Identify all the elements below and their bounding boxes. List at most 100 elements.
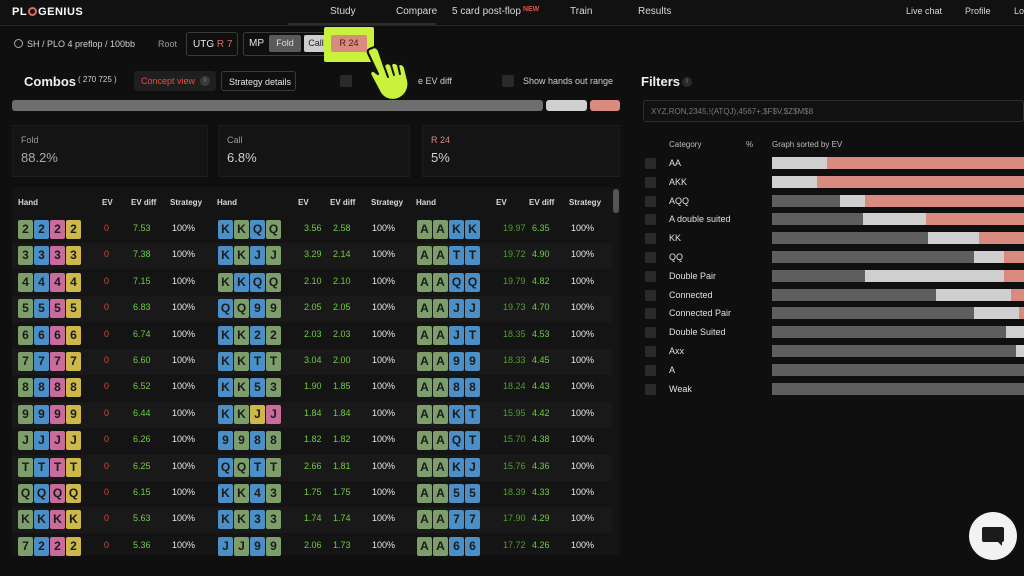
- hand-cards[interactable]: KKQQ: [218, 220, 281, 239]
- hand-cards[interactable]: JJ99: [218, 536, 281, 556]
- filter-row[interactable]: A double suited3.41%: [643, 210, 1024, 228]
- table-scrollbar[interactable]: [612, 187, 620, 555]
- col-hand[interactable]: Hand: [416, 198, 436, 207]
- hand-cards[interactable]: AAKK: [417, 220, 480, 239]
- hand-cards[interactable]: AA66: [417, 536, 480, 556]
- filter-query-input[interactable]: XYZ,RON,2345,!(ATQJ),4567+,$F$V,$Z$M$8: [643, 100, 1024, 122]
- info-icon[interactable]: i: [682, 77, 692, 87]
- hand-cards[interactable]: KK53: [218, 378, 281, 398]
- hand-cards[interactable]: QQTT: [218, 457, 281, 477]
- root-node[interactable]: Root: [158, 39, 177, 49]
- filter-row[interactable]: AA2.5%: [643, 154, 1024, 172]
- filter-checkbox[interactable]: [645, 176, 656, 188]
- hand-cards[interactable]: 7777: [18, 352, 81, 371]
- scroll-thumb[interactable]: [613, 189, 619, 213]
- col-ev[interactable]: EV: [496, 198, 507, 207]
- filter-row[interactable]: QQ2.08%: [643, 248, 1024, 266]
- filter-row[interactable]: Connected Pair2.69%: [643, 304, 1024, 322]
- hand-cards[interactable]: KKQQ: [218, 272, 281, 292]
- nav-train[interactable]: Train: [570, 6, 592, 17]
- col-ev[interactable]: EV: [298, 198, 309, 207]
- hand-cards[interactable]: AA55: [417, 484, 480, 503]
- filter-row[interactable]: A10.08%: [643, 361, 1024, 379]
- utg-node[interactable]: UTG R 7: [186, 32, 238, 56]
- filter-row[interactable]: Double Suited8.24%: [643, 323, 1024, 341]
- stat-fold[interactable]: Fold 88.2%: [12, 125, 208, 177]
- hand-cards[interactable]: AAQT: [417, 431, 480, 451]
- filter-row[interactable]: Double Pair0.6%: [643, 267, 1024, 285]
- filter-checkbox[interactable]: [645, 214, 656, 226]
- filter-checkbox[interactable]: [645, 346, 656, 357]
- stat-call[interactable]: Call 6.8%: [218, 125, 410, 177]
- filter-row[interactable]: Connected3.45%: [643, 286, 1024, 304]
- breadcrumb[interactable]: SH / PLO 4 preflop / 100bb: [14, 39, 135, 49]
- filter-checkbox[interactable]: [645, 270, 656, 282]
- filter-row[interactable]: Weak53.18%: [643, 380, 1024, 398]
- hand-cards[interactable]: KK33: [218, 510, 281, 530]
- col-strategy[interactable]: Strategy: [569, 198, 601, 207]
- hand-cards[interactable]: 9988: [218, 431, 281, 451]
- strategy-details-button[interactable]: Strategy details: [221, 71, 296, 91]
- hand-cards[interactable]: 7222: [18, 536, 81, 556]
- filter-checkbox[interactable]: [645, 327, 656, 339]
- hand-cards[interactable]: 4444: [18, 272, 81, 292]
- hand-cards[interactable]: AA77: [417, 510, 480, 530]
- filter-row[interactable]: KK2.1%: [643, 229, 1024, 247]
- chat-button[interactable]: [969, 512, 1017, 560]
- nav-five-card[interactable]: 5 card post-flop NEW: [452, 6, 539, 17]
- nav-logout[interactable]: Lo: [1014, 6, 1024, 16]
- fold-action-button[interactable]: Fold: [269, 35, 301, 52]
- col-ev-diff[interactable]: EV diff: [330, 198, 355, 207]
- hand-cards[interactable]: JJJJ: [18, 431, 81, 451]
- filter-row[interactable]: AQQ0.39%: [643, 192, 1024, 210]
- hand-cards[interactable]: AAKT: [417, 404, 480, 424]
- hand-cards[interactable]: 5555: [18, 299, 81, 319]
- hand-cards[interactable]: 8888: [18, 378, 81, 398]
- filter-checkbox[interactable]: [645, 158, 656, 169]
- hand-cards[interactable]: KKJJ: [218, 404, 281, 424]
- hand-cards[interactable]: 3333: [18, 246, 81, 266]
- filter-row[interactable]: Axx10.89%: [643, 342, 1024, 360]
- hand-cards[interactable]: QQQQ: [18, 484, 81, 503]
- nav-live-chat[interactable]: Live chat: [906, 6, 942, 16]
- ev-diff-checkbox[interactable]: [340, 75, 352, 87]
- show-out-range-checkbox[interactable]: [502, 75, 514, 87]
- hand-cards[interactable]: AAJJ: [417, 299, 480, 319]
- hand-cards[interactable]: TTTT: [18, 457, 81, 477]
- hand-cards[interactable]: AA88: [417, 378, 480, 398]
- logo[interactable]: PL GENIUS: [12, 6, 83, 18]
- hand-cards[interactable]: KK22: [218, 325, 281, 345]
- stat-raise[interactable]: R 24 5%: [422, 125, 620, 177]
- hand-cards[interactable]: 9999: [18, 404, 81, 424]
- nav-profile[interactable]: Profile: [965, 6, 991, 16]
- col-hand[interactable]: Hand: [18, 198, 38, 207]
- concept-view-button[interactable]: Concept view i: [134, 71, 216, 91]
- filter-checkbox[interactable]: [645, 195, 656, 207]
- hand-cards[interactable]: KKKK: [18, 510, 81, 530]
- filter-row[interactable]: AKK0.39%: [643, 173, 1024, 191]
- hand-cards[interactable]: KKTT: [218, 352, 281, 371]
- col-ev-diff[interactable]: EV diff: [529, 198, 554, 207]
- filter-checkbox[interactable]: [645, 383, 656, 395]
- col-ev-diff[interactable]: EV diff: [131, 198, 156, 207]
- info-icon[interactable]: i: [200, 76, 210, 86]
- hand-cards[interactable]: AATT: [417, 246, 480, 266]
- nav-compare[interactable]: Compare: [396, 6, 437, 17]
- nav-results[interactable]: Results: [638, 6, 671, 17]
- hand-cards[interactable]: QQ99: [218, 299, 281, 319]
- filter-checkbox[interactable]: [645, 364, 656, 376]
- nav-study[interactable]: Study: [330, 6, 356, 17]
- hand-cards[interactable]: AAQQ: [417, 272, 480, 292]
- hand-cards[interactable]: 6666: [18, 325, 81, 345]
- filter-checkbox[interactable]: [645, 289, 656, 301]
- col-strategy[interactable]: Strategy: [170, 198, 202, 207]
- hand-cards[interactable]: KKJJ: [218, 246, 281, 266]
- col-hand[interactable]: Hand: [217, 198, 237, 207]
- hand-cards[interactable]: AA99: [417, 352, 480, 371]
- hand-cards[interactable]: KK43: [218, 484, 281, 503]
- filter-checkbox[interactable]: [645, 252, 656, 263]
- col-strategy[interactable]: Strategy: [371, 198, 403, 207]
- filter-checkbox[interactable]: [645, 308, 656, 320]
- col-ev[interactable]: EV: [102, 198, 113, 207]
- hand-cards[interactable]: 2222: [18, 220, 81, 239]
